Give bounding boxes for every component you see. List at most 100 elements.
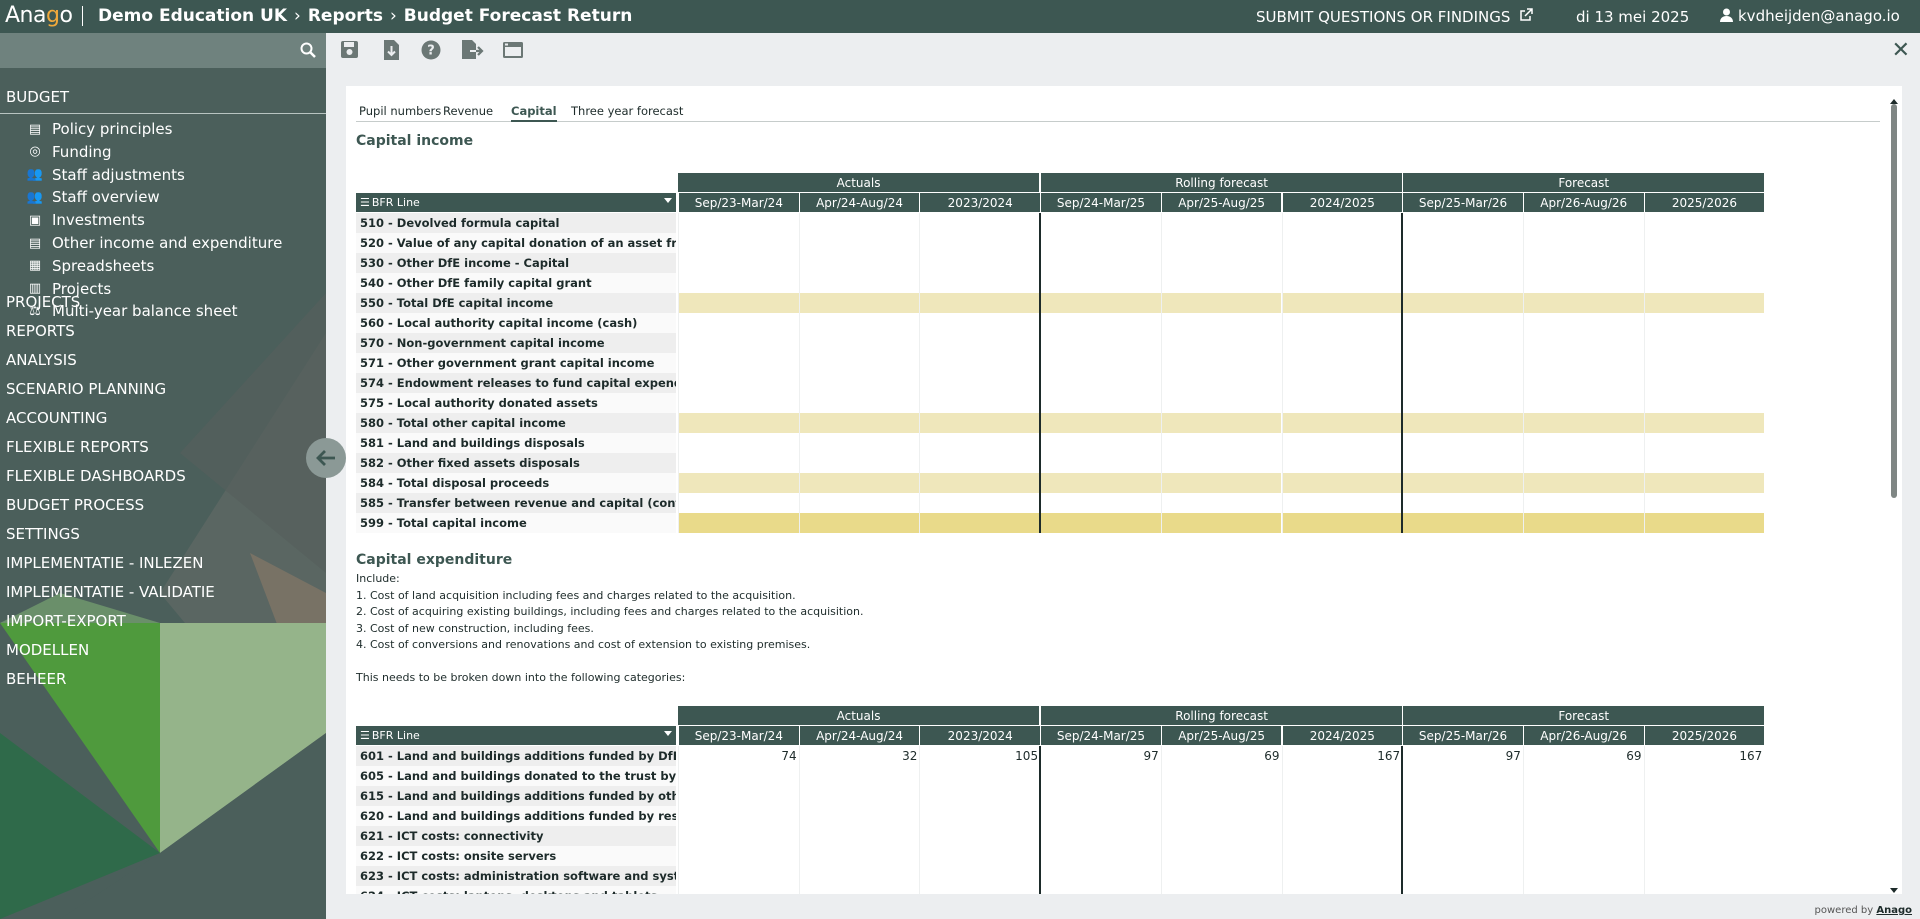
table-cell[interactable] [1160, 233, 1282, 253]
sidebar-item[interactable]: ▤ Other income and expenditure [24, 234, 282, 252]
table-cell[interactable] [919, 373, 1041, 393]
table-cell[interactable] [1160, 766, 1282, 786]
table-cell[interactable] [1040, 766, 1161, 786]
table-cell[interactable] [1402, 866, 1523, 886]
table-cell[interactable] [798, 353, 920, 373]
table-cell[interactable] [1281, 846, 1403, 866]
table-cell[interactable] [1522, 493, 1644, 513]
collapse-sidebar-button[interactable] [306, 438, 346, 478]
table-cell[interactable] [1281, 766, 1403, 786]
bfr-line-header[interactable]: ☰ BFR Line [356, 726, 676, 745]
sidebar-menu-item[interactable]: SCENARIO PLANNING [6, 380, 166, 398]
table-cell[interactable] [1281, 253, 1403, 273]
table-cell[interactable] [1040, 513, 1161, 533]
table-cell[interactable] [1040, 353, 1161, 373]
sidebar-search[interactable] [0, 33, 326, 68]
table-cell[interactable] [1522, 453, 1644, 473]
table-cell[interactable] [1402, 886, 1523, 894]
sidebar-menu-item[interactable]: BEHEER [6, 670, 66, 688]
sidebar-menu-item[interactable]: IMPLEMENTATIE - VALIDATIE [6, 583, 215, 601]
table-cell[interactable] [1402, 253, 1523, 273]
table-cell[interactable] [1522, 786, 1644, 806]
table-cell[interactable] [919, 513, 1041, 533]
table-cell[interactable] [1643, 806, 1765, 826]
table-cell[interactable] [798, 333, 920, 353]
sidebar-menu-item[interactable]: FLEXIBLE REPORTS [6, 438, 149, 456]
table-cell[interactable] [919, 333, 1041, 353]
table-cell[interactable] [1522, 886, 1644, 894]
table-cell[interactable] [798, 513, 920, 533]
table-cell[interactable] [919, 766, 1041, 786]
table-cell[interactable] [678, 806, 799, 826]
table-cell[interactable] [1160, 846, 1282, 866]
user-menu[interactable]: kvdheijden@anago.io [1720, 7, 1900, 25]
table-cell[interactable] [1643, 413, 1765, 433]
table-cell[interactable] [678, 353, 799, 373]
table-cell[interactable] [1522, 846, 1644, 866]
table-cell[interactable] [1281, 826, 1403, 846]
sidebar-menu-item[interactable]: FLEXIBLE DASHBOARDS [6, 467, 186, 485]
table-cell[interactable] [1281, 473, 1403, 493]
table-cell[interactable] [1643, 433, 1765, 453]
table-cell[interactable] [1040, 493, 1161, 513]
table-cell[interactable] [1643, 293, 1765, 313]
table-cell[interactable] [1040, 866, 1161, 886]
table-cell[interactable] [1402, 513, 1523, 533]
table-cell[interactable]: 167 [1643, 746, 1765, 766]
table-cell[interactable] [919, 473, 1041, 493]
table-cell[interactable] [1402, 453, 1523, 473]
sidebar-menu-item[interactable]: MODELLEN [6, 641, 89, 659]
table-cell[interactable] [1522, 233, 1644, 253]
table-cell[interactable] [1160, 293, 1282, 313]
table-cell[interactable] [919, 786, 1041, 806]
table-cell[interactable] [678, 846, 799, 866]
sidebar-menu-item[interactable]: ACCOUNTING [6, 409, 107, 427]
table-cell[interactable] [919, 886, 1041, 894]
table-cell[interactable] [1643, 353, 1765, 373]
table-cell[interactable] [678, 273, 799, 293]
table-cell[interactable] [678, 453, 799, 473]
table-cell[interactable] [678, 313, 799, 333]
table-cell[interactable] [1281, 333, 1403, 353]
table-cell[interactable] [678, 473, 799, 493]
table-cell[interactable] [1281, 453, 1403, 473]
table-cell[interactable] [678, 233, 799, 253]
table-cell[interactable] [1040, 233, 1161, 253]
table-cell[interactable] [1040, 806, 1161, 826]
table-cell[interactable] [678, 333, 799, 353]
tab-revenue[interactable]: Revenue [443, 104, 493, 118]
table-cell[interactable] [798, 866, 920, 886]
table-cell[interactable] [1643, 333, 1765, 353]
table-cell[interactable] [1643, 786, 1765, 806]
table-cell[interactable] [798, 393, 920, 413]
table-cell[interactable] [919, 253, 1041, 273]
table-cell[interactable] [1160, 513, 1282, 533]
table-cell[interactable] [1040, 373, 1161, 393]
table-cell[interactable] [1643, 493, 1765, 513]
table-cell[interactable] [1281, 393, 1403, 413]
table-cell[interactable] [798, 806, 920, 826]
help-icon[interactable]: ? [419, 39, 443, 61]
table-cell[interactable] [1522, 806, 1644, 826]
window-icon[interactable] [501, 39, 525, 61]
table-cell[interactable] [798, 233, 920, 253]
table-cell[interactable] [1040, 273, 1161, 293]
table-cell[interactable] [1643, 846, 1765, 866]
table-cell[interactable] [1160, 393, 1282, 413]
table-cell[interactable] [1281, 213, 1403, 233]
table-cell[interactable] [1160, 806, 1282, 826]
powered-by-brand[interactable]: Anago [1876, 905, 1912, 916]
sidebar-menu-item[interactable]: BUDGET PROCESS [6, 496, 144, 514]
table-cell[interactable] [919, 493, 1041, 513]
breadcrumb-item-reports[interactable]: Reports [308, 6, 383, 26]
table-cell[interactable] [798, 373, 920, 393]
table-cell[interactable] [678, 433, 799, 453]
table-cell[interactable] [1402, 413, 1523, 433]
table-cell[interactable] [919, 806, 1041, 826]
table-cell[interactable] [1160, 373, 1282, 393]
table-cell[interactable] [1643, 453, 1765, 473]
table-cell[interactable] [1160, 453, 1282, 473]
table-cell[interactable]: 74 [678, 746, 799, 766]
table-cell[interactable] [678, 393, 799, 413]
table-cell[interactable] [919, 866, 1041, 886]
